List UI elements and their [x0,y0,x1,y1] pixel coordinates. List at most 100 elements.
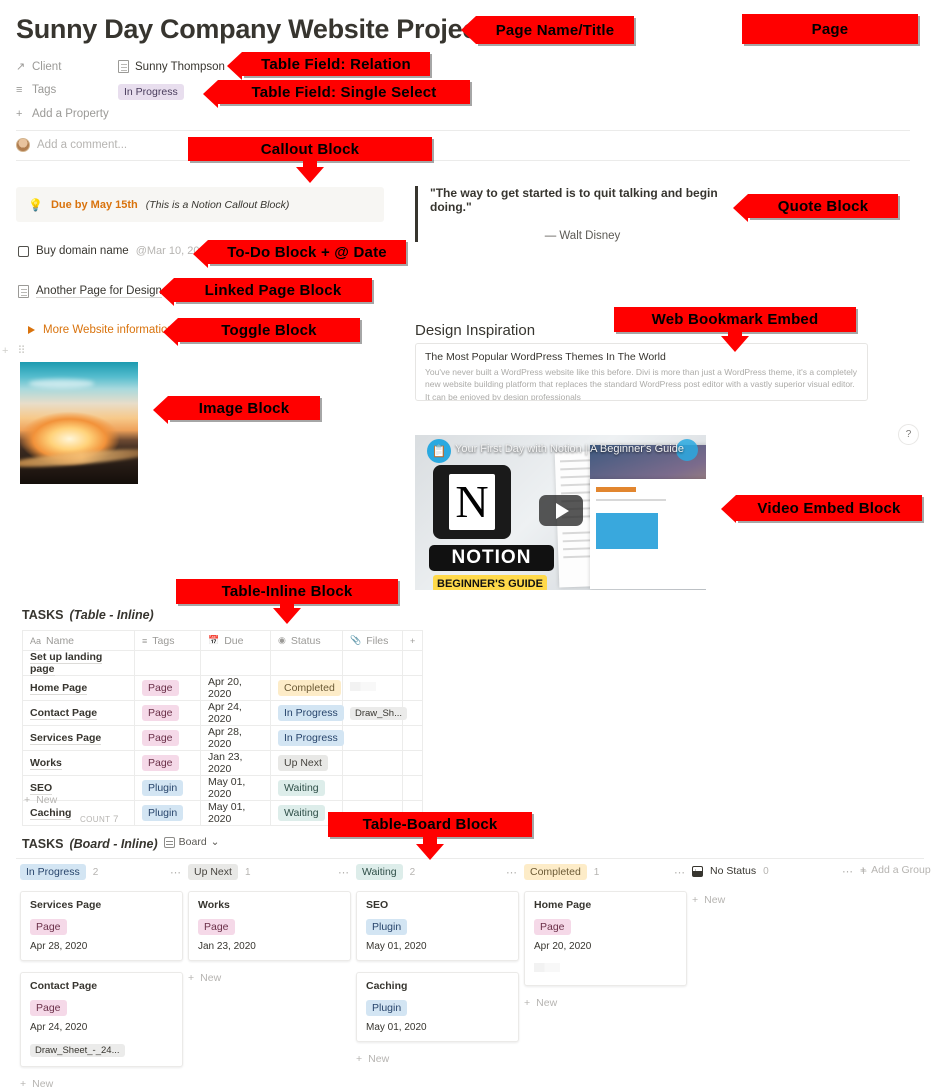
cell-due[interactable]: May 01, 2020 [200,775,271,801]
table-count[interactable]: count 7 [80,814,118,825]
cell-files[interactable] [342,650,403,676]
image-block[interactable] [20,362,138,484]
cell-status[interactable]: Waiting [270,775,343,801]
cell-tags[interactable] [134,650,201,676]
board-card[interactable]: SEO Plugin May 01, 2020 [356,891,519,961]
board-card[interactable]: Works Page Jan 23, 2020 [188,891,351,961]
board-column-header[interactable]: In Progress 2 ⋯ + [20,864,195,880]
board-new-card-button[interactable]: + New [20,1078,195,1090]
board-card[interactable]: Contact Page Page Apr 24, 2020 Draw_Shee… [20,972,183,1067]
cell-tags[interactable]: Page [134,675,201,701]
property-row-client[interactable]: ↗ Client [16,60,61,74]
chevron-down-icon: ⌄ [210,836,220,848]
table-row[interactable]: Works Page Jan 23, 2020 Up Next [22,750,423,776]
file-chip[interactable]: Draw_Sh... [350,707,407,720]
cell-files[interactable]: Draw_Sh... [342,700,407,726]
cell-files[interactable] [342,750,403,776]
table-new-row-button[interactable]: + New [24,794,57,806]
callout-block[interactable]: 💡 Due by May 15th (This is a Notion Call… [16,187,384,222]
cell-tags[interactable]: Page [134,725,201,751]
add-comment-row[interactable]: Add a comment... [16,138,127,152]
add-property-button[interactable]: + Add a Property [16,108,109,120]
board-new-card-button[interactable]: + New [188,972,363,984]
cell-due[interactable]: Apr 28, 2020 [200,725,271,751]
board-new-card-button[interactable]: + New [524,997,699,1009]
property-value-client[interactable]: Sunny Thompson [118,60,225,73]
tasks-table[interactable]: Aa Name ≡ Tags 📅 Due ◉ Status 📎 Files + Set u… [22,630,423,826]
table-col-status[interactable]: ◉ Status [270,630,343,651]
cell-status[interactable]: Up Next [270,750,343,776]
table-col-name[interactable]: Aa Name [22,630,135,651]
more-options-icon[interactable]: ⋯ [170,866,181,879]
property-value-tags[interactable]: In Progress [118,84,184,100]
cell-name[interactable]: Contact Page [22,700,135,726]
cell-due[interactable] [200,650,271,676]
table-row[interactable]: Home Page Page Apr 20, 2020 Completed [22,675,423,701]
table-row[interactable]: SEO Plugin May 01, 2020 Waiting [22,775,423,801]
table-board-title[interactable]: TASKS (Board - Inline) Board ⌄ [22,836,219,851]
more-options-icon[interactable]: ⋯ [674,866,685,879]
board-new-label: New [32,1078,54,1090]
linked-page-label: Another Page for Design [36,285,162,298]
table-row[interactable]: Contact Page Page Apr 24, 2020 In Progre… [22,700,423,726]
cell-name[interactable]: Services Page [22,725,135,751]
linked-page-block[interactable]: Another Page for Design [18,285,162,298]
board-column-label: No Status [710,865,757,877]
table-inline-title[interactable]: TASKS (Table - Inline) [22,608,154,622]
board-card[interactable]: Services Page Page Apr 28, 2020 [20,891,183,961]
cell-due[interactable]: Apr 20, 2020 [200,675,271,701]
more-options-icon[interactable]: ⋯ [338,866,349,879]
cell-tags[interactable]: Plugin [134,775,201,801]
cell-tags[interactable]: Page [134,750,201,776]
table-row[interactable]: Set up landing page [22,650,423,676]
cell-name[interactable]: Home Page [22,675,135,701]
board-new-card-button[interactable]: + New [692,894,867,906]
todo-checkbox[interactable] [18,245,29,257]
board-view-selector[interactable]: Board ⌄ [163,836,220,848]
board-column-header[interactable]: Waiting 2 ⋯ + [356,864,531,880]
board-new-card-button[interactable]: + New [356,1053,531,1065]
annotation-quote-block: Quote Block [733,194,898,222]
cell-due[interactable]: May 01, 2020 [200,800,271,826]
tag-badge: Plugin [366,1000,408,1016]
cell-files[interactable] [342,775,403,801]
chevron-right-icon[interactable] [28,326,35,334]
add-column-button[interactable]: + [402,630,423,651]
video-embed-block[interactable]: 📋 Your First Day with Notion | A Beginne… [415,435,706,590]
board-column-header[interactable]: Completed 1 ⋯ + [524,864,699,880]
cell-status[interactable]: In Progress [270,700,344,726]
board-column-header[interactable]: Up Next 1 ⋯ + [188,864,363,880]
cell-status[interactable]: In Progress [270,725,344,751]
cell-tags[interactable]: Plugin [134,800,201,826]
help-button[interactable]: ? [898,424,919,445]
cell-files[interactable] [342,675,403,701]
cell-due[interactable]: Jan 23, 2020 [200,750,271,776]
board-card[interactable]: Caching Plugin May 01, 2020 [356,972,519,1042]
add-group-button[interactable]: + Add a Group [860,864,931,876]
board-column-completed: Completed 1 ⋯ + Home Page Page Apr 20, 2… [524,864,699,1009]
cell-text: Set up landing page [30,651,103,676]
board-card[interactable]: Home Page Page Apr 20, 2020 [524,891,687,986]
cell-tags[interactable]: Page [134,700,201,726]
todo-block[interactable]: Buy domain name @Mar 10, 2020 [18,245,212,257]
block-handle[interactable]: + ⠿ [2,344,29,357]
cell-files[interactable] [342,725,403,751]
board-column-waiting: Waiting 2 ⋯ + SEO Plugin May 01, 2020 Ca… [356,864,531,1065]
cell-name[interactable]: Works [22,750,135,776]
more-options-icon[interactable]: ⋯ [506,866,517,879]
property-row-tags[interactable]: ≡ Tags [16,84,56,96]
table-col-tags[interactable]: ≡ Tags [134,630,201,651]
cell-due[interactable]: Apr 24, 2020 [200,700,271,726]
more-options-icon[interactable]: ⋯ [842,865,853,878]
table-col-files[interactable]: 📎 Files [342,630,403,651]
board-column-header[interactable]: No Status 0 ⋯ + [692,864,867,878]
cell-status[interactable]: Completed [270,675,343,701]
cell-name[interactable]: Set up landing page [22,650,135,676]
web-bookmark-embed[interactable]: The Most Popular WordPress Themes In The… [415,343,868,401]
table-col-due[interactable]: 📅 Due [200,630,271,651]
play-button-icon[interactable] [539,495,583,526]
toggle-block[interactable]: More Website information [28,324,174,336]
file-thumbnail [534,963,560,972]
table-row[interactable]: Services Page Page Apr 28, 2020 In Progr… [22,725,423,751]
cell-status[interactable] [270,650,343,676]
